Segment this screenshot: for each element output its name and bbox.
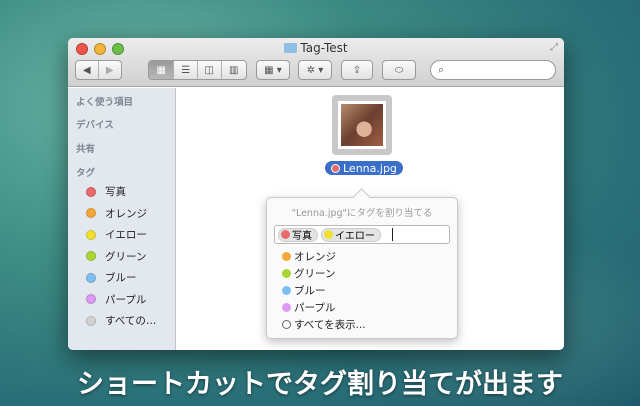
file-name: Lenna.jpg — [343, 161, 397, 175]
tag-option[interactable]: ブルー — [282, 282, 457, 299]
tag-color-icon — [324, 230, 333, 239]
tag-option-label: ブルー — [294, 285, 326, 297]
action-button[interactable]: ✲ ▾ — [298, 60, 332, 80]
tag-color-icon — [282, 286, 291, 295]
tag-color-icon — [86, 315, 96, 326]
sidebar-header-devices[interactable]: デバイス — [76, 117, 114, 131]
sidebar-tag-label: 写真 — [105, 186, 126, 198]
show-all-tags[interactable]: すべてを表示... — [282, 316, 457, 333]
tag-option[interactable]: グリーン — [282, 265, 457, 282]
tag-chip[interactable]: 写真 — [278, 227, 318, 242]
file-item[interactable] — [332, 95, 392, 155]
tags-button[interactable]: ⬭ — [382, 60, 416, 80]
sidebar-tag-label: すべての… — [105, 315, 157, 327]
search-icon: ⌕ — [438, 63, 445, 76]
tag-chip-label: イエロー — [335, 231, 375, 242]
sidebar-tag-item[interactable]: すべての… — [86, 313, 156, 328]
nav-buttons: ◀ ▶ — [75, 60, 122, 80]
empty-circle-icon — [282, 320, 291, 329]
tag-input[interactable]: 写真 イエロー — [274, 225, 450, 244]
tag-color-icon — [86, 272, 96, 283]
sidebar-header-tags[interactable]: タグ — [76, 165, 95, 179]
window-title: Tag-Test — [68, 41, 564, 55]
text-cursor — [391, 228, 393, 241]
tag-color-icon — [282, 252, 291, 261]
arrange-icon: ▦ ▾ — [264, 64, 282, 76]
tag-icon: ⬭ — [394, 64, 404, 76]
column-view-button[interactable]: ◫ — [198, 61, 222, 79]
tag-option[interactable]: パープル — [282, 299, 457, 316]
tag-color-icon — [281, 230, 290, 239]
window-title-text: Tag-Test — [300, 41, 348, 55]
fullscreen-icon[interactable]: ⤢ — [550, 42, 558, 53]
sidebar-tag-label: グリーン — [105, 250, 147, 263]
caption: ショートカットでタグ割り当てが出ます — [77, 369, 563, 400]
sidebar-tag-item[interactable]: 写真 — [86, 184, 126, 199]
popover-heading: "Lenna.jpg"にタグを割り当てる — [291, 208, 433, 219]
show-all-label: すべてを表示... — [294, 319, 366, 331]
tag-color-icon — [86, 251, 96, 261]
sidebar-tag-label: パープル — [105, 293, 147, 306]
sidebar-tag-item[interactable]: オレンジ — [86, 206, 147, 221]
tag-color-icon — [282, 269, 291, 278]
back-button[interactable]: ◀ — [76, 61, 99, 79]
sidebar: よく使う項目 デバイス 共有 タグ 写真オレンジイエローグリーンブルーパープルす… — [68, 88, 176, 350]
sidebar-header-favorites[interactable]: よく使う項目 — [76, 94, 133, 108]
coverflow-view-button[interactable]: ▥ — [222, 61, 246, 79]
list-view-button[interactable]: ☰ — [174, 61, 198, 79]
sidebar-tag-label: ブルー — [105, 272, 137, 284]
sidebar-tag-item[interactable]: パープル — [86, 292, 146, 307]
tag-popover: "Lenna.jpg"にタグを割り当てる 写真 イエロー オレンジグリーンブルーパ… — [266, 197, 458, 339]
tag-option[interactable]: オレンジ — [282, 248, 457, 265]
tag-option-label: パープル — [294, 302, 336, 314]
share-button[interactable]: ⇪ — [341, 60, 373, 80]
tag-color-icon — [282, 303, 291, 312]
sidebar-tag-label: イエロー — [105, 229, 147, 241]
sidebar-tag-item[interactable]: イエロー — [86, 227, 147, 242]
icon-view-button[interactable]: ▦ — [149, 61, 175, 79]
search-input[interactable]: ⌕ — [430, 60, 556, 80]
sidebar-header-shared[interactable]: 共有 — [76, 141, 95, 155]
image-thumbnail — [341, 104, 383, 146]
tag-color-icon — [86, 229, 96, 240]
folder-icon — [284, 43, 298, 53]
tag-chip-label: 写真 — [292, 231, 312, 242]
tag-option-label: オレンジ — [294, 251, 336, 263]
view-buttons: ▦ ☰ ◫ ▥ — [148, 60, 247, 80]
arrange-button[interactable]: ▦ ▾ — [256, 60, 290, 80]
tag-color-icon — [86, 186, 96, 197]
sidebar-tag-item[interactable]: グリーン — [86, 249, 146, 264]
tag-dot-icon — [331, 163, 340, 173]
titlebar: Tag-Test ⤢ ◀ ▶ ▦ ☰ ◫ ▥ ▦ ▾ ✲ ▾ ⇪ ⬭ ⌕ — [68, 38, 564, 87]
sidebar-tag-label: オレンジ — [105, 207, 147, 220]
share-icon: ⇪ — [352, 64, 362, 76]
tag-option-label: グリーン — [294, 268, 336, 280]
tag-color-icon — [86, 208, 96, 218]
forward-button[interactable]: ▶ — [99, 61, 121, 79]
gear-icon: ✲ ▾ — [306, 64, 324, 76]
file-name-label[interactable]: Lenna.jpg — [325, 161, 403, 175]
tag-color-icon — [86, 294, 96, 304]
sidebar-tag-item[interactable]: ブルー — [86, 270, 137, 285]
tag-chip[interactable]: イエロー — [321, 227, 381, 242]
